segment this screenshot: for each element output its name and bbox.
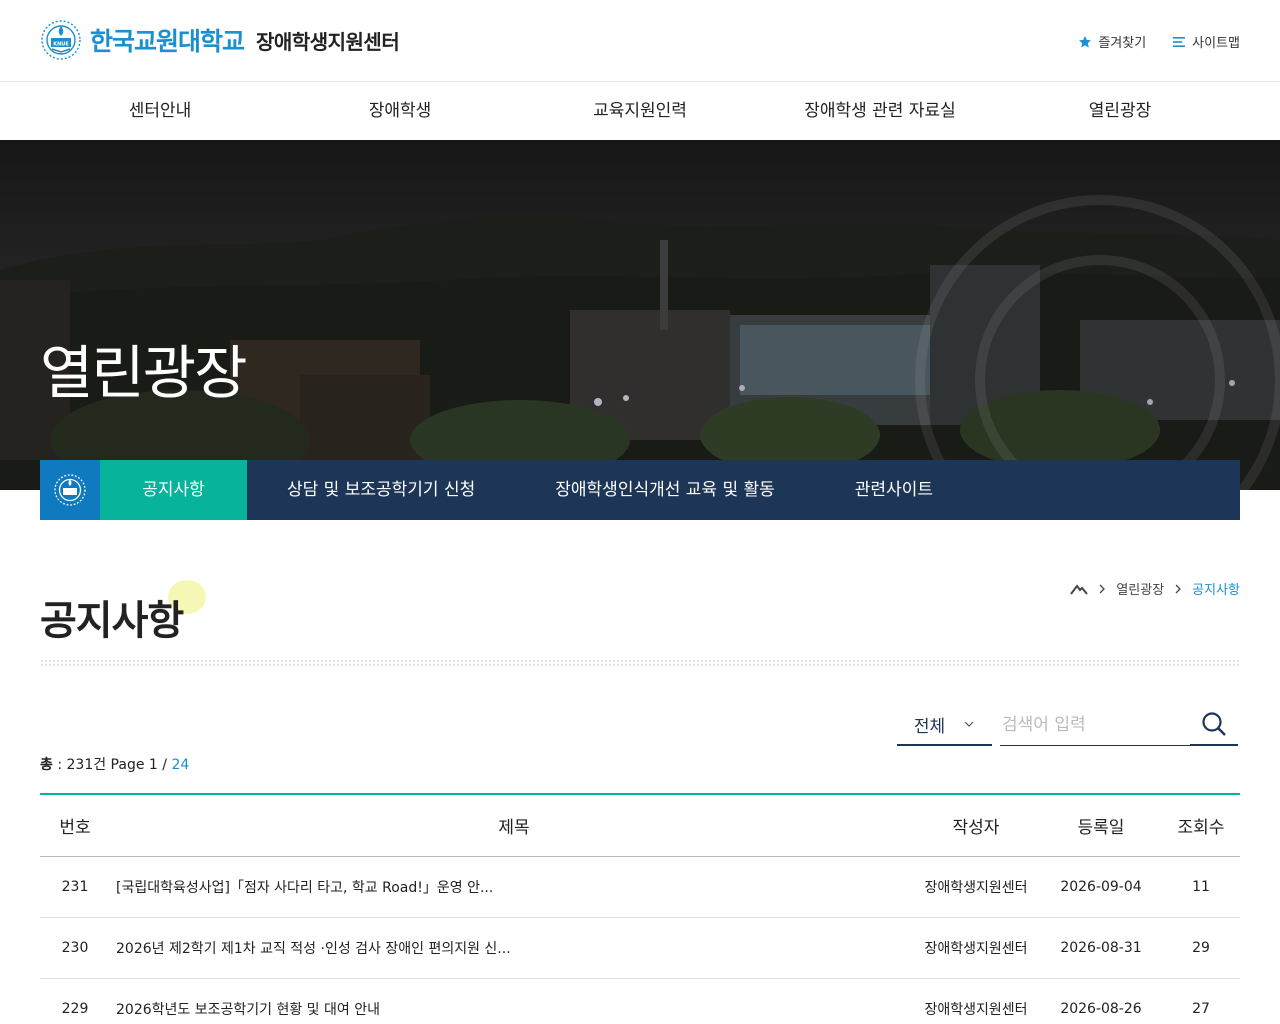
header-writer: 작성자 [912,794,1040,857]
total-value: : 231건 Page 1 / [52,757,172,773]
search-input[interactable] [1000,704,1190,746]
total-pages: 24 [171,757,190,773]
center-name: 장애학생지원센터 [256,29,400,54]
main-navigation: 센터안내 장애학생 교육지원인력 장애학생 관련 자료실 열린광장 [0,82,1280,140]
gnb-item-open-square[interactable]: 열린광장 [1000,82,1240,140]
page-title: 공지사항 [40,598,184,644]
row-views: 11 [1162,856,1240,918]
subnav-item-related-sites[interactable]: 관련사이트 [815,460,973,520]
breadcrumb-item-open-square[interactable]: 열린광장 [1116,579,1164,598]
search-bar: 전체 [897,704,1240,746]
row-date: 2026-09-04 [1040,856,1162,918]
subnav-item-awareness[interactable]: 장애학생인식개선 교육 및 활동 [515,460,815,520]
row-title-link[interactable]: [국립대학육성사업]「점자 사다리 타고, 학교 Road!」운영 안... [116,880,493,896]
gnb-item-support-staff[interactable]: 교육지원인력 [520,82,760,140]
university-emblem-icon: KNUE [41,20,81,60]
site-header: KNUE 한국교원대학교 장애학생지원센터 즐겨찾기 사이트맵 [0,0,1280,82]
header-number: 번호 [40,794,110,857]
subnav-item-notice[interactable]: 공지사항 [100,460,247,520]
sub-navigation: 공지사항 상담 및 보조공학기기 신청 장애학생인식개선 교육 및 활동 관련사… [40,460,1240,520]
home-icon[interactable] [1070,582,1089,596]
row-number: 231 [40,856,110,918]
breadcrumb: 열린광장 공지사항 [1070,579,1240,598]
row-writer: 장애학생지원센터 [912,978,1040,1024]
table-row: 229 2026학년도 보조공학기기 현황 및 대여 안내 장애학생지원센터 2… [40,978,1240,1024]
emblem-text: KNUE [53,42,69,48]
row-title-link[interactable]: 2026학년도 보조공학기기 현황 및 대여 안내 [116,1002,380,1018]
search-icon [1202,712,1226,736]
utility-menu: 즐겨찾기 사이트맵 [1078,32,1240,51]
row-writer: 장애학생지원센터 [912,917,1040,979]
title-divider [40,659,1240,667]
total-count: 총 : 231건 Page 1 / 24 [40,754,189,774]
search-button[interactable] [1190,704,1238,746]
hero-banner: 열린광장 [0,140,1280,490]
subnav-item-counseling[interactable]: 상담 및 보조공학기기 신청 [247,460,515,520]
table-row: 231 [국립대학육성사업]「점자 사다리 타고, 학교 Road!」운영 안.… [40,856,1240,918]
star-icon [1079,35,1092,47]
subnav-home-button[interactable] [40,460,100,520]
chevron-down-icon [964,721,974,727]
campus-night-image [0,140,1280,490]
hero-title: 열린광장 [40,339,247,407]
header-date: 등록일 [1040,794,1162,857]
sitemap-link[interactable]: 사이트맵 [1172,32,1240,51]
chevron-right-icon [1099,584,1106,593]
bookmark-link[interactable]: 즐겨찾기 [1078,32,1146,51]
row-views: 27 [1162,978,1240,1024]
row-writer: 장애학생지원센터 [912,856,1040,918]
row-date: 2026-08-26 [1040,978,1162,1024]
menu-icon [1173,36,1186,47]
row-number: 230 [40,917,110,979]
breadcrumb-item-current[interactable]: 공지사항 [1192,579,1240,598]
site-logo[interactable]: KNUE 한국교원대학교 장애학생지원센터 [38,18,400,62]
row-views: 29 [1162,917,1240,979]
gnb-item-students[interactable]: 장애학생 [280,82,520,140]
row-number: 229 [40,978,110,1024]
gnb-item-center-info[interactable]: 센터안내 [40,82,280,140]
header-views: 조회수 [1162,794,1240,857]
row-date: 2026-08-31 [1040,917,1162,979]
total-label: 총 [40,757,53,773]
header-title: 제목 [110,794,912,857]
notice-table: 번호 제목 작성자 등록일 조회수 231 [국립대학육성사업]「점자 사다리 … [40,793,1240,1024]
table-header-row: 번호 제목 작성자 등록일 조회수 [40,794,1240,857]
search-category-select[interactable]: 전체 [897,704,992,746]
table-row: 230 2026년 제2학기 제1차 교직 적성 ·인성 검사 장애인 편의지원… [40,917,1240,979]
row-title-link[interactable]: 2026년 제2학기 제1차 교직 적성 ·인성 검사 장애인 편의지원 신..… [116,941,511,957]
sitemap-label: 사이트맵 [1192,36,1240,51]
gnb-item-resources[interactable]: 장애학생 관련 자료실 [760,82,1000,140]
chevron-right-icon [1175,584,1182,593]
bookmark-label: 즐겨찾기 [1098,36,1147,51]
university-name: 한국교원대학교 [90,27,245,56]
search-category-value: 전체 [913,716,946,737]
emblem-icon [54,474,86,506]
